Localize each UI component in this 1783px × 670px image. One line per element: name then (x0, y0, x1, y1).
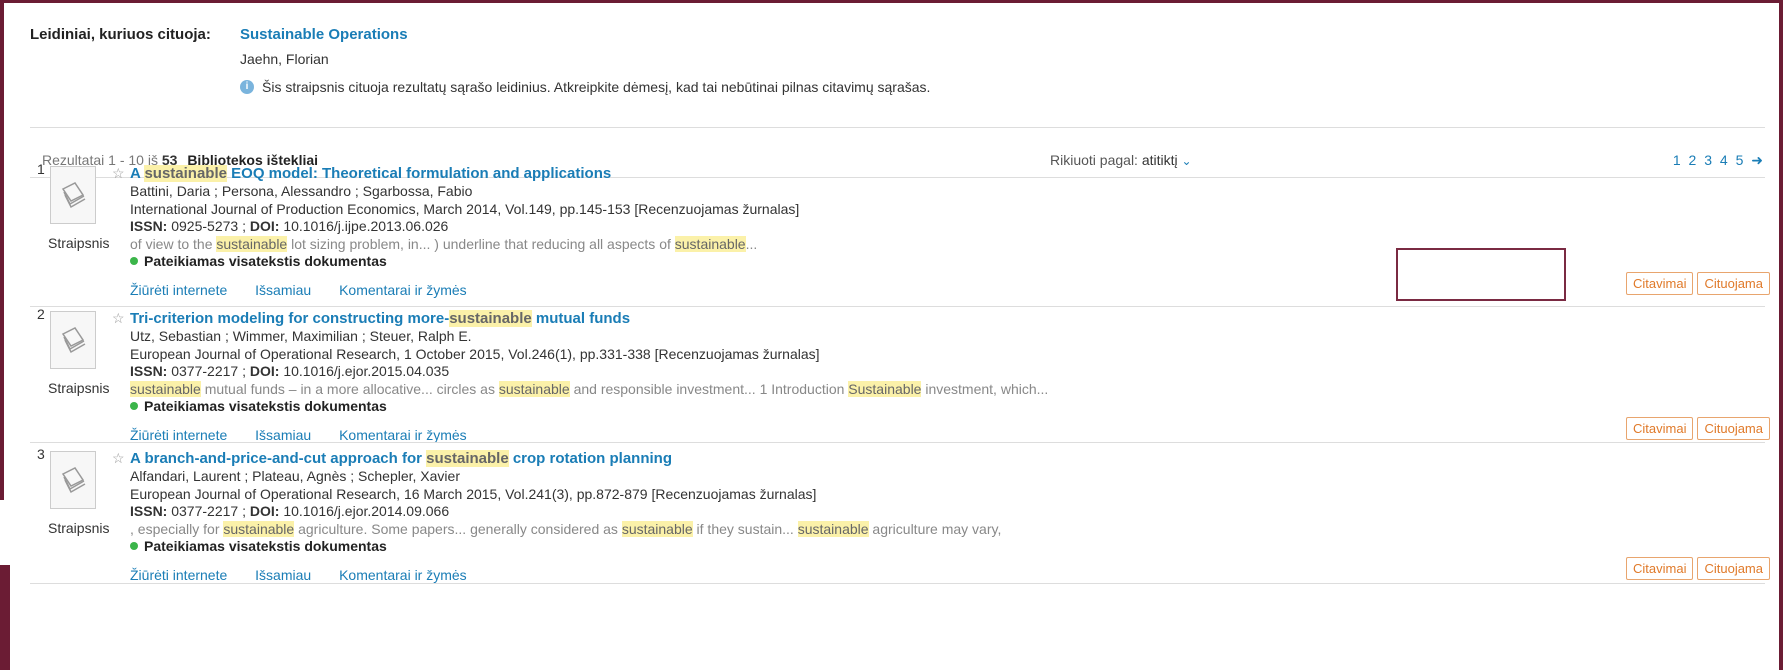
citing-button[interactable]: Cituojama (1697, 557, 1770, 580)
info-icon: i (240, 80, 254, 94)
availability-status: Pateikiamas visatekstis dokumentas (130, 253, 387, 269)
pagination[interactable]: 1 2 3 4 5 ➜ (1673, 152, 1765, 169)
result-divider (30, 583, 1765, 584)
document-type-label: Straipsnis (48, 520, 110, 536)
result-snippet: sustainable mutual funds – in a more all… (130, 381, 1049, 397)
comments-tags-link[interactable]: Komentarai ir žymės (339, 427, 467, 443)
citing-label: Leidiniai, kuriuos cituoja: (30, 26, 211, 43)
document-type-icon (50, 166, 96, 224)
star-icon[interactable]: ☆ (112, 165, 125, 182)
sort-control[interactable]: Rikiuoti pagal: atitiktį ⌄ (1050, 152, 1192, 168)
cited-by-button[interactable]: Citavimai (1626, 417, 1694, 440)
result-number: 1 (37, 161, 45, 177)
citing-button[interactable]: Cituojama (1697, 272, 1770, 295)
details-link[interactable]: Išsamiau (255, 282, 311, 298)
cited-by-button[interactable]: Citavimai (1626, 272, 1694, 295)
details-link[interactable]: Išsamiau (255, 427, 311, 443)
citing-publication-author: Jaehn, Florian (240, 51, 329, 67)
result-identifiers: ISSN: 0377-2217 ; DOI: 10.1016/j.ejor.20… (130, 503, 450, 519)
frame-right-border (1779, 0, 1783, 670)
citation-buttons: Citavimai Cituojama (1626, 417, 1770, 440)
header-divider (30, 127, 1765, 128)
chevron-down-icon[interactable]: ⌄ (1182, 154, 1192, 168)
result-source: European Journal of Operational Research… (130, 346, 820, 362)
frame-left-border (0, 0, 4, 500)
result-number: 2 (37, 306, 45, 322)
document-type-icon (50, 311, 96, 369)
cited-by-button[interactable]: Citavimai (1626, 557, 1694, 580)
result-identifiers: ISSN: 0377-2217 ; DOI: 10.1016/j.ejor.20… (130, 363, 450, 379)
result-source: International Journal of Production Econ… (130, 201, 800, 217)
result-authors: Battini, Daria ; Persona, Alessandro ; S… (130, 183, 473, 199)
sort-value[interactable]: atitiktį (1142, 152, 1178, 168)
frame-corner-block (0, 565, 10, 670)
availability-status: Pateikiamas visatekstis dokumentas (130, 538, 387, 554)
star-icon[interactable]: ☆ (112, 450, 125, 467)
document-type-label: Straipsnis (48, 380, 110, 396)
details-link[interactable]: Išsamiau (255, 567, 311, 583)
result-identifiers: ISSN: 0925-5273 ; DOI: 10.1016/j.ijpe.20… (130, 218, 449, 234)
citation-buttons: Citavimai Cituojama (1626, 272, 1770, 295)
result-links: Žiūrėti internete Išsamiau Komentarai ir… (130, 567, 491, 583)
result-title[interactable]: A sustainable EOQ model: Theoretical for… (130, 165, 611, 182)
result-authors: Utz, Sebastian ; Wimmer, Maximilian ; St… (130, 328, 472, 344)
availability-dot-icon (130, 542, 138, 550)
result-title[interactable]: Tri-criterion modeling for constructing … (130, 310, 630, 327)
view-online-link[interactable]: Žiūrėti internete (130, 282, 227, 298)
info-notice: i Šis straipsnis cituoja rezultatų sąraš… (240, 79, 930, 95)
view-online-link[interactable]: Žiūrėti internete (130, 427, 227, 443)
availability-dot-icon (130, 257, 138, 265)
next-page-arrow-icon[interactable]: ➜ (1751, 152, 1765, 168)
result-links: Žiūrėti internete Išsamiau Komentarai ir… (130, 427, 491, 443)
view-online-link[interactable]: Žiūrėti internete (130, 567, 227, 583)
document-type-label: Straipsnis (48, 235, 110, 251)
result-snippet: of view to the sustainable lot sizing pr… (130, 236, 758, 252)
sort-label: Rikiuoti pagal: (1050, 152, 1138, 168)
citation-buttons-highlight (1396, 248, 1566, 301)
citing-publication-title[interactable]: Sustainable Operations (240, 26, 408, 43)
comments-tags-link[interactable]: Komentarai ir žymės (339, 282, 467, 298)
result-title[interactable]: A branch-and-price-and-cut approach for … (130, 450, 672, 467)
page-numbers[interactable]: 1 2 3 4 5 (1673, 152, 1746, 168)
document-type-icon (50, 451, 96, 509)
result-authors: Alfandari, Laurent ; Plateau, Agnès ; Sc… (130, 468, 460, 484)
result-divider (30, 306, 1765, 307)
frame-top-border (0, 0, 1783, 3)
citation-buttons: Citavimai Cituojama (1626, 557, 1770, 580)
result-number: 3 (37, 446, 45, 462)
result-source: European Journal of Operational Research… (130, 486, 817, 502)
citing-button[interactable]: Cituojama (1697, 417, 1770, 440)
availability-status: Pateikiamas visatekstis dokumentas (130, 398, 387, 414)
star-icon[interactable]: ☆ (112, 310, 125, 327)
result-snippet: , especially for sustainable agriculture… (130, 521, 1002, 537)
result-links: Žiūrėti internete Išsamiau Komentarai ir… (130, 282, 491, 298)
comments-tags-link[interactable]: Komentarai ir žymės (339, 567, 467, 583)
availability-dot-icon (130, 402, 138, 410)
info-text: Šis straipsnis cituoja rezultatų sąrašo … (262, 79, 931, 95)
result-divider (30, 442, 1765, 443)
